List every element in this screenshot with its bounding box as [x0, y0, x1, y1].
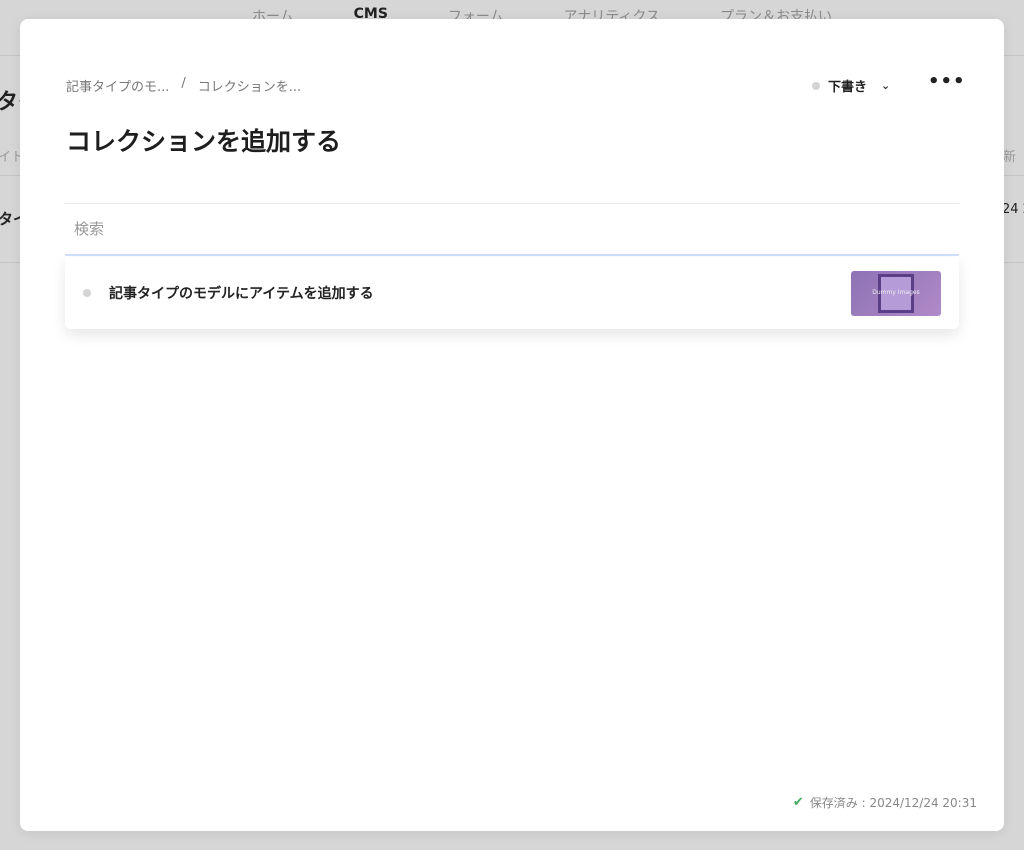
- search-results: 記事タイプのモデルにアイテムを追加する Dummy Images: [65, 257, 959, 329]
- page-title: コレクションを追加する: [66, 127, 342, 156]
- check-icon: ✔: [792, 795, 804, 810]
- search-input[interactable]: [65, 204, 959, 254]
- more-options-button[interactable]: •••: [928, 71, 966, 92]
- list-item[interactable]: 記事タイプのモデルにアイテムを追加する Dummy Images: [65, 257, 959, 329]
- thumbnail-image: Dummy Images: [851, 270, 941, 316]
- breadcrumb-item[interactable]: コレクションを...: [198, 76, 301, 95]
- search-field: [65, 203, 959, 256]
- chevron-down-icon: ⌄: [881, 79, 891, 92]
- status-dot-icon: [83, 289, 91, 297]
- thumbnail-text: Dummy Images: [872, 288, 920, 296]
- list-item-label: 記事タイプのモデルにアイテムを追加する: [109, 286, 374, 302]
- add-collection-modal: 記事タイプのモ... / コレクションを... 下書き ⌄ ••• コレクション…: [20, 19, 1004, 831]
- breadcrumb: 記事タイプのモ... / コレクションを...: [66, 76, 301, 95]
- save-status: ✔ 保存済み : 2024/12/24 20:31: [793, 794, 977, 811]
- bg-cell-right: 24 2: [1002, 202, 1024, 217]
- status-dot-icon: [812, 81, 820, 90]
- bg-header-right: 新: [1003, 150, 1017, 165]
- status-label: 下書き: [828, 80, 868, 95]
- status-dropdown[interactable]: 下書き ⌄: [812, 76, 890, 95]
- saved-text: 保存済み : 2024/12/24 20:31: [809, 796, 977, 810]
- breadcrumb-item[interactable]: 記事タイプのモ...: [66, 76, 169, 95]
- breadcrumb-separator: /: [181, 76, 186, 91]
